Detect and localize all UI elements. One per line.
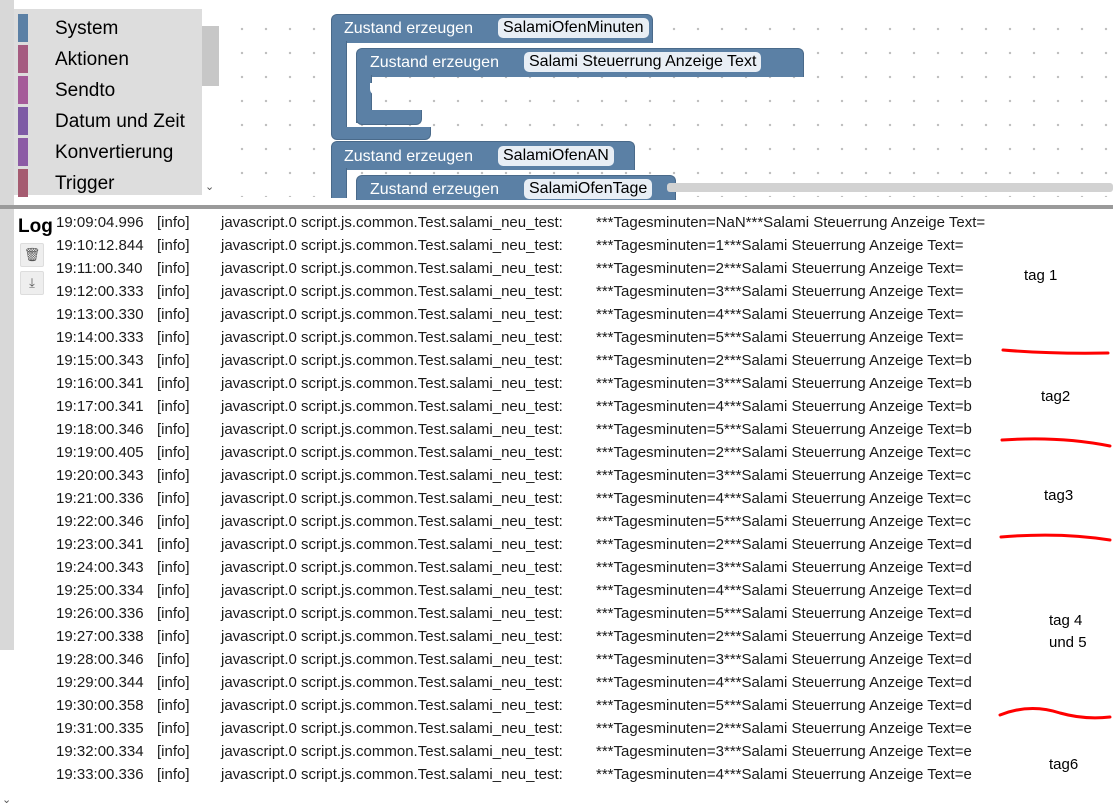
- annotation-label: tag 4: [1049, 612, 1083, 629]
- annotation-label: tag3: [1044, 487, 1074, 504]
- day-separator-line: [998, 707, 1112, 720]
- annotation-label: und 5: [1049, 634, 1087, 651]
- annotation-label: tag 1: [1024, 267, 1058, 284]
- day-separator-line: [1001, 348, 1110, 355]
- day-separator-line: [1000, 437, 1112, 448]
- day-separator-line: [999, 533, 1112, 542]
- annotation-label: tag2: [1041, 388, 1071, 405]
- annotation-label: tag6: [1049, 756, 1079, 773]
- annotation-layer: [998, 348, 1112, 720]
